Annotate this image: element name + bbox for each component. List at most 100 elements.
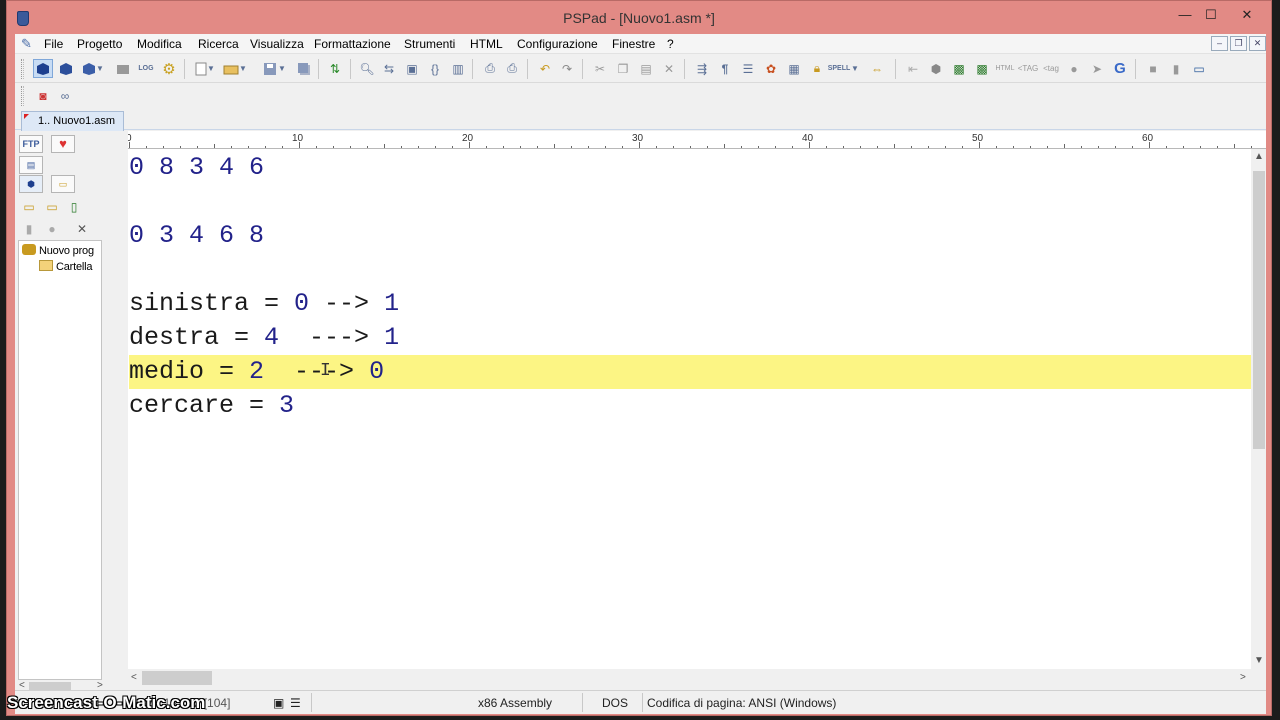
title-bar[interactable]: PSPad - [Nuovo1.asm *] — ☐ ✕ — [7, 1, 1271, 35]
monitor-icon[interactable]: ▭ — [1189, 59, 1209, 78]
indent-icon[interactable]: ⇤ — [903, 59, 923, 78]
tab-nuovo1[interactable]: 1.. Nuovo1.asm — [21, 111, 124, 131]
column-icon[interactable]: ▦ — [784, 59, 804, 78]
menu-visualizza[interactable]: Visualizza — [250, 37, 304, 51]
mdi-minimize-button[interactable]: – — [1211, 36, 1228, 51]
favorites-heart-icon[interactable]: ♥ — [51, 135, 75, 153]
undo-icon[interactable]: ↶ — [535, 59, 555, 78]
new-item-icon[interactable]: ▯ — [64, 197, 84, 216]
send-icon[interactable]: ➤ — [1087, 59, 1107, 78]
vertical-scroll-thumb[interactable] — [1253, 171, 1265, 449]
menu-modifica[interactable]: Modifica — [137, 37, 182, 51]
spell-check-icon[interactable]: SPELL — [828, 59, 851, 78]
color-icon[interactable]: ✿ — [761, 59, 781, 78]
toolbar-grip[interactable] — [21, 86, 24, 106]
settings-gear-icon[interactable]: ⚙ — [159, 59, 179, 78]
compile-icon[interactable]: ⬢ — [926, 59, 946, 78]
menu-progetto[interactable]: Progetto — [77, 37, 122, 51]
file-tree-icon[interactable]: ⇅ — [325, 59, 345, 78]
ruler-tick — [486, 146, 487, 148]
word-wrap-status-icon[interactable]: ☰ — [290, 696, 301, 710]
ruler-tick — [333, 146, 334, 148]
redo-icon[interactable]: ↷ — [557, 59, 577, 78]
open-file-dropdown-icon[interactable]: ▼ — [238, 59, 248, 78]
minimize-button[interactable]: — — [1171, 5, 1199, 25]
save-status-icon[interactable]: ▣ — [273, 696, 284, 710]
side-hscroll-thumb[interactable] — [29, 682, 71, 690]
paste-icon[interactable]: ▤ — [636, 59, 656, 78]
console-icon[interactable] — [113, 59, 133, 78]
vertical-scrollbar[interactable]: ▲ ▼ — [1251, 149, 1266, 672]
scroll-down-arrow-icon[interactable]: ▼ — [1254, 655, 1264, 666]
menu-html[interactable]: HTML — [470, 37, 503, 51]
line-ending[interactable]: DOS — [602, 696, 628, 710]
add-file-icon[interactable]: ▭ — [42, 197, 62, 216]
print-preview-icon[interactable]: ⎙ — [480, 59, 500, 78]
menu-help[interactable]: ? — [667, 37, 674, 51]
replace-icon[interactable]: ⇆ — [379, 59, 399, 78]
mdi-close-button[interactable]: ✕ — [1249, 36, 1266, 51]
google-icon[interactable]: G — [1110, 59, 1130, 78]
tools-icon[interactable]: ✕ — [72, 219, 92, 238]
print-icon[interactable]: ⎙ — [502, 59, 522, 78]
code-editor[interactable]: 0 8 3 4 6 0 3 4 6 8 sinistra = 0 --> 1 d… — [128, 149, 1251, 669]
syntax-mode[interactable]: x86 Assembly — [478, 696, 552, 710]
pilcrow-icon[interactable]: ¶ — [715, 59, 735, 78]
html-txt-icon[interactable]: HTML — [995, 59, 1015, 78]
grid-icon[interactable]: ▩ — [949, 59, 969, 78]
remove-icon[interactable]: ▮ — [19, 219, 39, 238]
tree-item-folder[interactable]: Cartella — [39, 260, 93, 273]
explorer-tab-icon[interactable]: ▭ — [51, 175, 75, 193]
scroll-up-arrow-icon[interactable]: ▲ — [1254, 151, 1264, 162]
clipboard-tab-icon[interactable]: ▤ — [19, 156, 43, 174]
close-button[interactable]: ✕ — [1233, 5, 1261, 25]
menu-finestre[interactable]: Finestre — [612, 37, 655, 51]
menu-ricerca[interactable]: Ricerca — [198, 37, 239, 51]
encoding[interactable]: Codifica di pagina: ANSI (Windows) — [647, 696, 836, 710]
search-icon[interactable]: 🔍︎ — [357, 59, 377, 78]
tree-item-project[interactable]: Nuovo prog — [22, 244, 94, 257]
menu-file[interactable]: File — [44, 37, 63, 51]
maximize-button[interactable]: ☐ — [1197, 5, 1225, 25]
horizontal-scrollbar[interactable]: < > — [128, 669, 1251, 687]
menu-formattazione[interactable]: Formattazione — [314, 37, 391, 51]
menu-configurazione[interactable]: Configurazione — [517, 37, 598, 51]
record-macro-icon[interactable]: ◙ — [33, 86, 53, 105]
glasses-icon[interactable]: ∞ — [55, 86, 75, 105]
horizontal-scroll-thumb[interactable] — [142, 671, 212, 685]
toolbar-grip[interactable] — [21, 59, 24, 79]
scroll-left-arrow-icon[interactable]: < — [131, 672, 137, 683]
mdi-restore-button[interactable]: ❐ — [1230, 36, 1247, 51]
spell-dropdown-icon[interactable]: ▼ — [850, 59, 860, 78]
disc-icon[interactable]: ● — [42, 219, 62, 238]
ftp-tab[interactable]: FTP — [19, 135, 43, 153]
new-file-dropdown-icon[interactable]: ▼ — [206, 59, 216, 78]
find-in-files-icon[interactable]: ▣ — [402, 59, 422, 78]
lock-icon[interactable]: 🔒︎ — [807, 59, 827, 78]
tag-icon[interactable]: <TAG — [1018, 59, 1039, 78]
menu-strumenti[interactable]: Strumenti — [404, 37, 455, 51]
table-icon[interactable]: ▩ — [972, 59, 992, 78]
log-icon[interactable]: LOG — [136, 59, 156, 78]
delete-icon[interactable]: ✕ — [659, 59, 679, 78]
document-menu-icon[interactable]: ✎ — [21, 36, 37, 51]
window-icon[interactable]: ■ — [1143, 59, 1163, 78]
bookmark-icon[interactable]: ▥ — [448, 59, 468, 78]
project-dropdown-icon[interactable]: ▼ — [95, 59, 105, 78]
block-select-icon[interactable]: ☰ — [738, 59, 758, 78]
circle-icon[interactable]: ● — [1064, 59, 1084, 78]
macro-icon[interactable]: ⇔ — [867, 59, 887, 78]
brackets-icon[interactable]: {} — [425, 59, 445, 78]
copy-icon[interactable]: ❐ — [613, 59, 633, 78]
add-folder-icon[interactable]: ▭ — [19, 197, 39, 216]
open-project-icon[interactable] — [56, 59, 76, 78]
save-all-icon[interactable] — [294, 59, 314, 78]
scroll-right-arrow-icon[interactable]: > — [1240, 672, 1246, 683]
word-wrap-icon[interactable]: ⇶ — [692, 59, 712, 78]
file-icon[interactable]: ▮ — [1166, 59, 1186, 78]
project-icon[interactable] — [33, 59, 53, 78]
project-tab-icon[interactable]: ⬢ — [19, 175, 43, 193]
cut-icon[interactable]: ✂ — [590, 59, 610, 78]
tag-lower-icon[interactable]: <tag — [1041, 59, 1061, 78]
save-dropdown-icon[interactable]: ▼ — [277, 59, 287, 78]
